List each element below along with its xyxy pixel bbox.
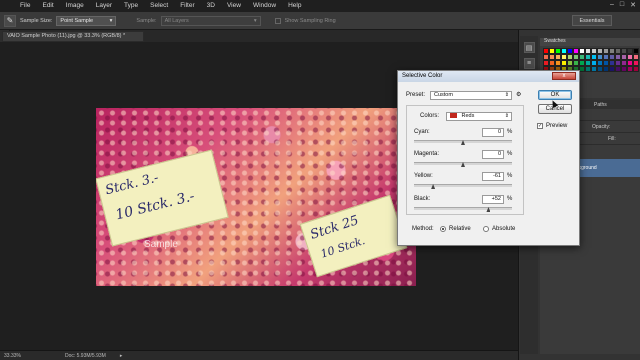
workspace-switcher[interactable]: Essentials bbox=[572, 15, 612, 26]
preview-checkbox[interactable]: ✓ bbox=[537, 123, 543, 129]
sign-left-line1: Stck. 3.- bbox=[103, 170, 161, 199]
menu-layer[interactable]: Layer bbox=[90, 0, 118, 12]
workspace-label: Essentials bbox=[579, 17, 605, 24]
close-window-icon[interactable]: ✕ bbox=[630, 1, 636, 9]
black-label: Black: bbox=[414, 196, 431, 202]
menu-file[interactable]: File bbox=[14, 0, 36, 12]
magenta-input[interactable]: 0 bbox=[482, 150, 504, 159]
sample-size-select[interactable]: Point Sample ▾ bbox=[56, 15, 117, 26]
ps-logo-icon bbox=[0, 0, 14, 12]
sample-watermark: Sample bbox=[144, 239, 178, 250]
black-pct: % bbox=[507, 196, 513, 202]
yellow-label: Yellow: bbox=[414, 173, 433, 179]
menu-type[interactable]: Type bbox=[118, 0, 144, 12]
ok-label: OK bbox=[550, 92, 560, 98]
yellow-pct: % bbox=[507, 173, 513, 179]
absolute-radio[interactable] bbox=[483, 226, 489, 232]
black-input[interactable]: +52 bbox=[482, 195, 504, 204]
magenta-pct: % bbox=[507, 151, 513, 157]
black-slider-track[interactable] bbox=[414, 207, 512, 210]
photoshop-window: File Edit Image Layer Type Select Filter… bbox=[0, 0, 640, 360]
sample-select[interactable]: All Layers ▾ bbox=[160, 15, 261, 26]
maximize-icon[interactable]: □ bbox=[620, 1, 624, 9]
preset-value: Custom bbox=[434, 92, 453, 98]
chevron-down-icon: ▾ bbox=[253, 17, 257, 24]
swatch-cell[interactable] bbox=[633, 66, 639, 72]
opacity-label: Opacity: bbox=[592, 123, 611, 130]
menu-3d[interactable]: 3D bbox=[201, 0, 221, 12]
yellow-input[interactable]: -61 bbox=[482, 172, 504, 181]
menu-filter[interactable]: Filter bbox=[174, 0, 200, 12]
eyedropper-tool-icon[interactable]: ✎ bbox=[4, 14, 16, 27]
fill-label: Fill: bbox=[608, 135, 616, 142]
minimize-icon[interactable]: – bbox=[610, 1, 614, 9]
swatches-tab[interactable]: Swatches bbox=[540, 38, 640, 46]
preset-options-icon[interactable]: ⚙ bbox=[516, 91, 521, 98]
image-canvas[interactable]: Stck. 3.- 10 Stck. 3.- Stck 25 10 Stck. … bbox=[96, 108, 416, 286]
menu-view[interactable]: View bbox=[221, 0, 247, 12]
options-bar: ✎ Sample Size: Point Sample ▾ Sample: Al… bbox=[0, 12, 640, 30]
menu-window[interactable]: Window bbox=[247, 0, 282, 12]
cyan-label: Cyan: bbox=[414, 129, 430, 135]
preset-label: Preset: bbox=[406, 92, 426, 98]
sample-value: All Layers bbox=[164, 17, 189, 24]
updown-arrow-icon: ⇕ bbox=[504, 113, 509, 119]
cyan-input[interactable]: 0 bbox=[482, 128, 504, 137]
absolute-label: Absolute bbox=[492, 226, 516, 232]
menu-edit[interactable]: Edit bbox=[36, 0, 59, 12]
cyan-pct: % bbox=[507, 129, 513, 135]
show-ring-checkbox[interactable] bbox=[274, 17, 281, 24]
menu-select[interactable]: Select bbox=[144, 0, 174, 12]
history-icon[interactable]: ▤ bbox=[523, 42, 535, 53]
document-tab-title: VAIO Sample Photo (11).jpg @ 33.3% (RGB/… bbox=[7, 33, 126, 39]
sample-size-value: Point Sample bbox=[60, 17, 94, 24]
sign-left-line2: 10 Stck. 3.- bbox=[113, 188, 197, 224]
updown-arrow-icon: ⇕ bbox=[504, 92, 509, 98]
dialog-close-button[interactable]: x bbox=[552, 72, 576, 80]
menu-image[interactable]: Image bbox=[60, 0, 90, 12]
preview-label: Preview bbox=[546, 123, 568, 129]
menu-help[interactable]: Help bbox=[282, 0, 307, 12]
zoom-level[interactable]: 33.33% bbox=[4, 353, 21, 359]
magenta-label: Magenta: bbox=[414, 151, 440, 157]
doc-size: Doc: 5.93M/5.93M bbox=[64, 352, 106, 359]
paths-tab[interactable]: Paths bbox=[594, 102, 607, 108]
relative-label: Relative bbox=[449, 226, 471, 232]
preset-select[interactable]: Custom ⇕ bbox=[430, 91, 512, 100]
sample-label: Sample: bbox=[136, 17, 157, 24]
sample-size-label: Sample Size: bbox=[20, 17, 53, 24]
status-arrow-icon[interactable]: ▸ bbox=[120, 353, 123, 359]
colors-select[interactable]: Reds ⇕ bbox=[446, 112, 512, 121]
dialog-title: Selective Color bbox=[402, 73, 443, 79]
window-controls: – □ ✕ bbox=[610, 1, 636, 9]
method-label: Method: bbox=[412, 226, 434, 232]
colors-label: Colors: bbox=[420, 113, 440, 119]
colors-value: Reds bbox=[461, 113, 475, 119]
show-ring-label: Show Sampling Ring bbox=[284, 17, 336, 24]
close-icon: x bbox=[562, 73, 566, 79]
reds-swatch-icon bbox=[450, 113, 457, 119]
yellow-slider-track[interactable] bbox=[414, 184, 512, 187]
status-bar: 33.33% Doc: 5.93M/5.93M ▸ bbox=[0, 350, 518, 360]
chevron-down-icon: ▾ bbox=[109, 17, 113, 24]
document-tab[interactable]: VAIO Sample Photo (11).jpg @ 33.3% (RGB/… bbox=[2, 31, 144, 42]
menu-bar: File Edit Image Layer Type Select Filter… bbox=[0, 0, 640, 12]
selective-color-dialog: Selective Color x Preset: Custom ⇕ ⚙ Col… bbox=[397, 70, 580, 246]
relative-radio[interactable] bbox=[440, 226, 446, 232]
properties-icon[interactable]: ≡ bbox=[523, 58, 535, 69]
